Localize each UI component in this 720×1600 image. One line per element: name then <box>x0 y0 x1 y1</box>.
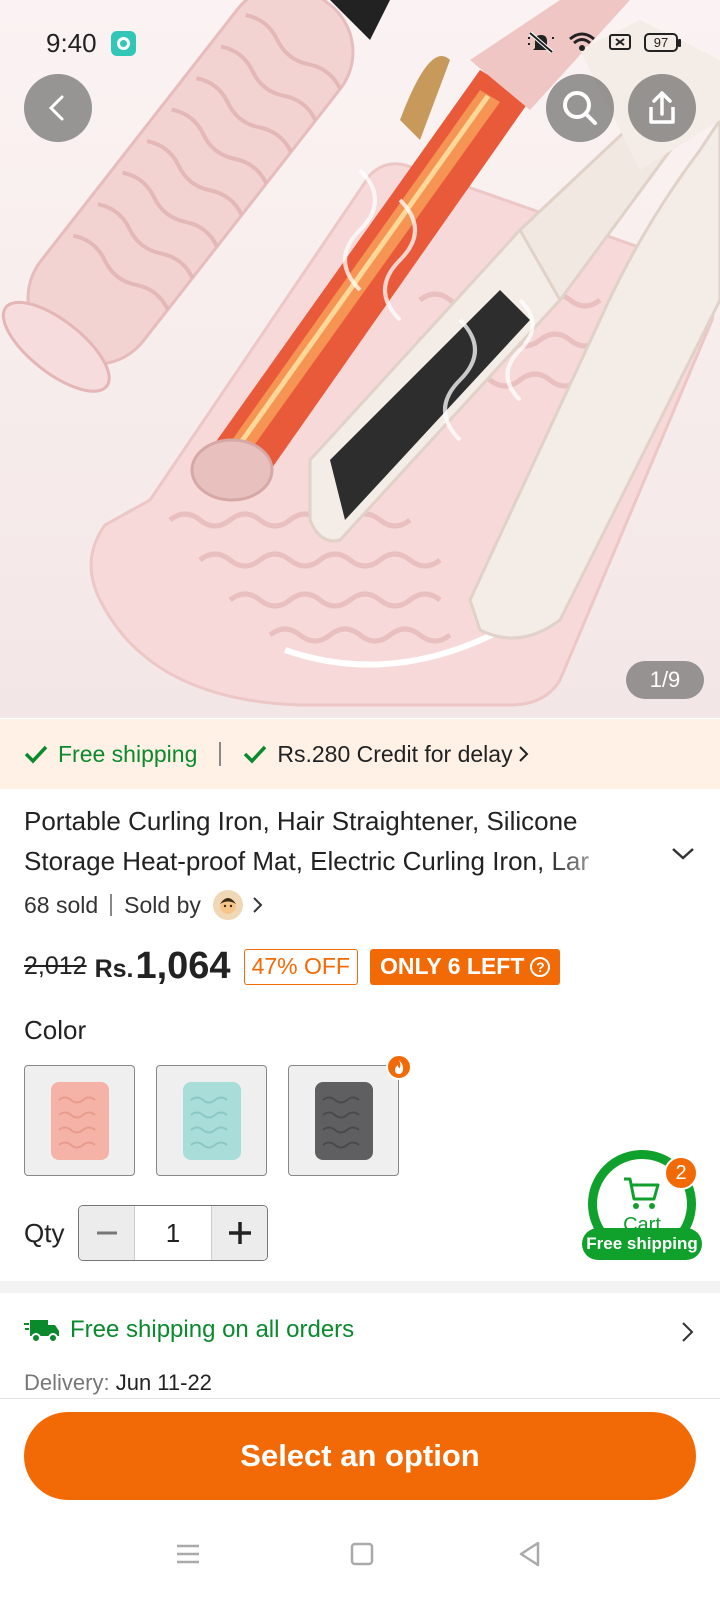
section-divider <box>0 1281 720 1293</box>
cart-count-badge: 2 <box>664 1156 698 1190</box>
image-counter: 1/9 <box>626 661 704 699</box>
shipping-strip[interactable]: Free shipping Rs.280 Credit for delay <box>0 719 720 789</box>
cart-free-shipping-tag: Free shipping <box>582 1228 702 1260</box>
sold-count: 68 sold <box>24 891 99 918</box>
increase-quantity-button[interactable] <box>212 1206 267 1260</box>
chevron-right-icon <box>253 897 263 913</box>
sold-by-label: Sold by <box>124 891 201 918</box>
discount-badge: 47% OFF <box>243 948 358 985</box>
product-title-line-1: Portable Curling Iron, Hair Straightener… <box>24 806 578 836</box>
quantity-label: Qty <box>24 1218 65 1248</box>
minus-icon <box>96 1231 117 1235</box>
currency: Rs. <box>94 955 134 983</box>
sold-row[interactable]: 68 sold Sold by <box>24 890 265 920</box>
back-button[interactable] <box>24 74 92 142</box>
original-price: 2,012 <box>24 952 87 980</box>
color-option-gray[interactable] <box>288 1065 399 1176</box>
product-title[interactable]: Portable Curling Iron, Hair Straightener… <box>24 801 630 881</box>
chevron-right-icon[interactable] <box>680 1320 696 1344</box>
product-title-line-2: Storage Heat-proof Mat, Electric Curling… <box>24 846 590 876</box>
plus-icon <box>228 1222 251 1244</box>
avatar-icon <box>219 898 236 914</box>
home-nav-icon[interactable] <box>348 1540 376 1568</box>
free-shipping-orders-label: Free shipping on all orders <box>70 1316 355 1343</box>
color-swatch-image <box>50 1081 109 1160</box>
search-button[interactable] <box>546 74 614 142</box>
delivery-date-value: Jun 11-22 <box>115 1370 212 1395</box>
divider <box>219 742 222 766</box>
seller-avatar[interactable] <box>212 890 243 920</box>
share-button[interactable] <box>628 74 696 142</box>
color-option-mint[interactable] <box>156 1065 267 1176</box>
select-option-button[interactable]: Select an option <box>24 1412 696 1500</box>
price-row: 2,012 Rs. 1,064 47% OFF ONLY 6 LEFT ? <box>24 945 561 988</box>
search-icon <box>563 91 597 125</box>
mute-bell-icon <box>528 31 554 54</box>
chevron-right-icon <box>518 746 529 762</box>
check-icon <box>24 745 48 764</box>
delay-credit-label: Rs.280 Credit for delay <box>277 740 513 767</box>
color-swatch-image <box>314 1081 373 1160</box>
quantity-stepper[interactable]: 1 <box>78 1205 268 1261</box>
truck-icon <box>24 1320 59 1343</box>
stock-badge[interactable]: ONLY 6 LEFT ? <box>369 948 561 985</box>
current-price: 1,064 <box>135 945 231 987</box>
product-image[interactable]: 9:40 97 1/9 <box>0 0 720 718</box>
chevron-left-icon <box>48 95 64 121</box>
chevron-down-icon[interactable] <box>670 846 696 862</box>
stock-label: ONLY 6 LEFT <box>379 953 525 979</box>
delivery-label: Delivery: <box>24 1370 110 1395</box>
battery-icon: 97 <box>644 32 681 52</box>
notification-app-icon <box>111 31 136 56</box>
check-icon <box>244 745 267 764</box>
help-icon: ? <box>530 956 551 977</box>
status-bar: 9:40 97 <box>0 0 720 86</box>
wifi-icon <box>569 32 595 51</box>
status-icons: 97 <box>526 30 681 54</box>
color-label: Color <box>24 1015 87 1045</box>
share-icon <box>649 91 675 124</box>
cart-icon <box>624 1177 660 1209</box>
decrease-quantity-button[interactable] <box>79 1206 134 1260</box>
divider <box>110 894 113 916</box>
flame-icon <box>395 1060 404 1074</box>
color-option-pink[interactable] <box>24 1065 135 1176</box>
color-swatch-image <box>182 1081 241 1160</box>
hot-flame-icon <box>386 1054 412 1080</box>
menu-nav-icon[interactable] <box>174 1540 202 1568</box>
sim-icon <box>609 34 631 50</box>
quantity-value[interactable]: 1 <box>134 1206 212 1260</box>
status-time: 9:40 <box>46 28 97 58</box>
delivery-date: Delivery: Jun 11-22 <box>24 1370 212 1396</box>
back-nav-icon[interactable] <box>516 1540 544 1568</box>
delivery-row[interactable]: Free shipping on all orders <box>24 1316 354 1344</box>
free-shipping-label: Free shipping <box>58 740 198 767</box>
